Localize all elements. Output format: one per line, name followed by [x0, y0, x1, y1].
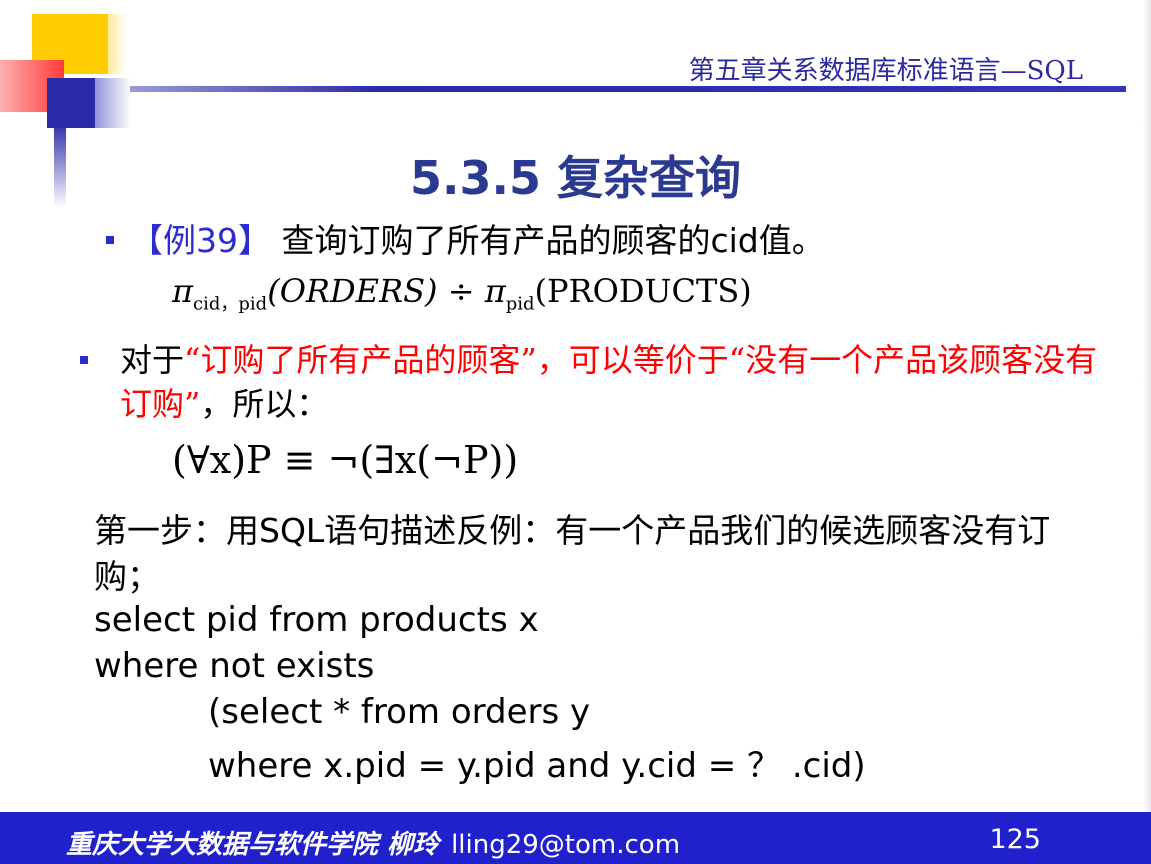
pi-symbol-1: π [172, 272, 194, 310]
decor-blue-square [47, 78, 95, 128]
example-tag: 【例39】 [130, 221, 271, 260]
decor-blue-fade [95, 78, 131, 128]
footer-credit: 重庆大学大数据与软件学院 柳玲 lling29@tom.com [66, 824, 680, 861]
bullet-square-icon [80, 356, 88, 364]
formula-arg-1: (ORDERS) [267, 272, 438, 310]
slide: 第五章关系数据库标准语言—SQL 5.3.5 复杂查询 【例39】 查询订购了所… [0, 0, 1151, 864]
chapter-title: 第五章关系数据库标准语言—SQL [688, 56, 1083, 86]
code-line-3: (select * from orders y [208, 692, 591, 732]
equivalence-paragraph: 对于“订购了所有产品的顾客”，可以等价于“没有一个产品该顾客没有订购”，所以： [120, 338, 1100, 426]
step-one-text: 第一步：用SQL语句描述反例：有一个产品我们的候选顾客没有订购； [94, 511, 1051, 596]
division-formula: πcid，pid(ORDERS) ÷ πpid(PRODUCTS) [172, 272, 752, 315]
code-line-4: where x.pid = y.pid and y.cid = ？ .cid) [208, 746, 866, 786]
decor-right-edge [1143, 0, 1151, 812]
projection-sub-2: pid [505, 293, 535, 315]
division-operator: ÷ [437, 272, 485, 310]
quantifier-formula: (∀x)P ≡ ¬(∃x(¬P)) [172, 438, 519, 482]
decor-yellow-fade [86, 14, 126, 74]
example-text: 查询订购了所有产品的顾客的cid值。 [271, 221, 825, 260]
footer-email: lling29@tom.com [451, 830, 681, 860]
code-line-2: where not exists [94, 646, 375, 686]
footer-bar: 重庆大学大数据与软件学院 柳玲 lling29@tom.com 125 [0, 812, 1151, 864]
page-number: 125 [989, 824, 1041, 855]
footer-institution: 重庆大学大数据与软件学院 柳玲 [66, 830, 440, 860]
bullet-square-icon [106, 236, 114, 244]
code-line-1: select pid from products x [94, 600, 539, 640]
formula-arg-2: (PRODUCTS) [534, 272, 752, 310]
slide-title: 5.3.5 复杂查询 [410, 151, 741, 205]
pi-symbol-2: π [484, 272, 506, 310]
example-line: 【例39】 查询订购了所有产品的顾客的cid值。 [130, 214, 825, 262]
para2-ending: ，所以： [200, 385, 329, 423]
projection-sub-1: cid，pid [193, 293, 268, 315]
para2-intro: 对于 [120, 341, 185, 379]
